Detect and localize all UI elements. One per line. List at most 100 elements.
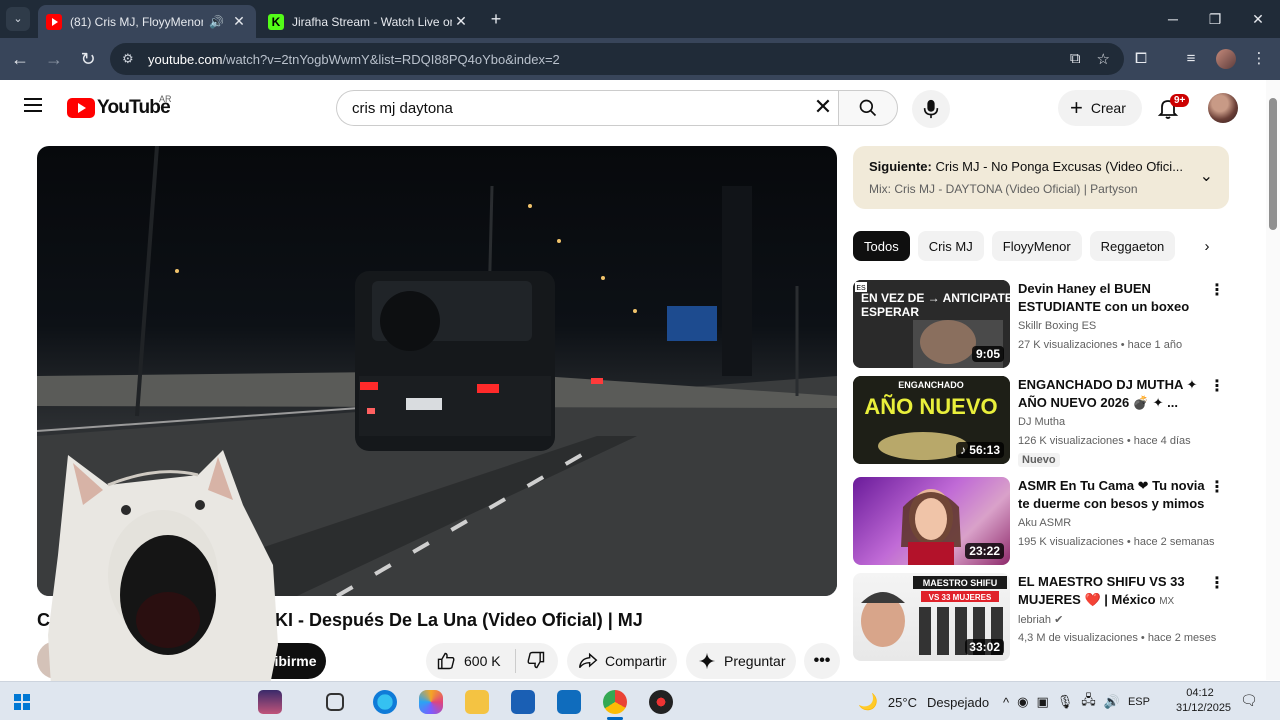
windows-start-icon[interactable] bbox=[14, 694, 30, 710]
tab-search-button[interactable]: ⌄ bbox=[6, 7, 30, 31]
video-title[interactable]: ENGANCHADO DJ MUTHA ✦ AÑO NUEVO 2026 💣 ✦… bbox=[1018, 376, 1208, 412]
youtube-logo[interactable]: YouTube bbox=[67, 97, 171, 119]
create-button[interactable]: + Crear bbox=[1058, 90, 1142, 126]
chrome-icon[interactable] bbox=[603, 690, 627, 714]
forward-button[interactable]: → bbox=[42, 47, 66, 71]
network-icon[interactable]: 🖧 bbox=[1081, 691, 1096, 713]
share-button[interactable]: Compartir bbox=[567, 643, 677, 679]
chip-todos[interactable]: Todos bbox=[853, 231, 910, 261]
tab-close-icon[interactable]: ✕ bbox=[230, 13, 248, 30]
tab-kick[interactable]: K Jirafha Stream - Watch Live on K ✕ bbox=[260, 5, 478, 38]
camera-icon[interactable]: ▣ bbox=[1036, 694, 1048, 710]
microphone-icon[interactable]: 🎙 bbox=[1057, 694, 1074, 710]
list-item[interactable]: ENGANCHADO AÑO NUEVO ♪ 56:13 ENGANCHADO … bbox=[853, 376, 1229, 467]
svg-text:AÑO NUEVO: AÑO NUEVO bbox=[864, 394, 997, 419]
clear-search-icon[interactable]: ✕ bbox=[811, 96, 835, 120]
channel-name[interactable]: lebriah ✔ bbox=[1018, 613, 1063, 626]
tab-youtube[interactable]: (81) Cris MJ, FloyyMenor, LC 🔊 ✕ bbox=[38, 5, 256, 38]
volume-icon[interactable]: 🔊 bbox=[1104, 694, 1120, 710]
taskbar-widget-icon[interactable] bbox=[258, 690, 282, 714]
video-duration: 33:02 bbox=[965, 639, 1004, 655]
address-bar[interactable]: ⚙ youtube.com/watch?v=2tnYogbWwmY&list=R… bbox=[110, 43, 1124, 75]
kick-favicon-icon: K bbox=[268, 13, 284, 30]
like-button[interactable]: 600 K bbox=[436, 651, 501, 671]
chevron-down-icon[interactable]: ⌄ bbox=[1200, 166, 1213, 186]
more-vertical-icon[interactable]: ⋮ bbox=[1209, 575, 1225, 593]
video-thumbnail[interactable]: ES EN VEZ DE → ANTICIPATE ESPERAR 9:05 bbox=[853, 280, 1010, 368]
search-input[interactable]: cris mj daytona bbox=[336, 90, 852, 126]
file-explorer-icon[interactable] bbox=[465, 690, 489, 714]
reload-button[interactable]: ↻ bbox=[76, 47, 100, 71]
next-video-line: Siguiente: Cris MJ - No Ponga Excusas (V… bbox=[869, 159, 1184, 174]
language-indicator[interactable]: ESP bbox=[1128, 696, 1150, 708]
obs-icon[interactable] bbox=[649, 690, 673, 714]
outlook-icon[interactable] bbox=[557, 690, 581, 714]
back-button[interactable]: ← bbox=[8, 47, 32, 71]
filter-chips: Todos Cris MJ FloyyMenor Reggaeton bbox=[853, 231, 1176, 263]
channel-name[interactable]: Aku ASMR bbox=[1018, 517, 1071, 529]
video-title[interactable]: Devin Haney el BUEN ESTUDIANTE con un bo… bbox=[1018, 280, 1208, 317]
chevron-right-icon[interactable]: › bbox=[1196, 236, 1218, 258]
weather-widget[interactable]: 🌙 25°C Despejado bbox=[858, 692, 989, 712]
video-thumbnail[interactable]: 23:22 bbox=[853, 477, 1010, 565]
account-avatar[interactable] bbox=[1208, 93, 1238, 123]
bookmark-star-icon[interactable]: ☆ bbox=[1097, 50, 1110, 68]
copilot-icon[interactable] bbox=[419, 690, 443, 714]
chip-reggaeton[interactable]: Reggaeton bbox=[1089, 231, 1176, 261]
channel-name[interactable]: DJ Mutha bbox=[1018, 416, 1065, 428]
video-meta: 195 K visualizaciones • hace 2 semanas bbox=[1018, 536, 1215, 548]
clock[interactable]: 04:12 31/12/2025 bbox=[1176, 686, 1232, 716]
system-tray: ^ ◉ ▣ 🎙 🖧 🔊 ESP bbox=[1003, 691, 1150, 713]
install-app-icon[interactable]: ⧉ bbox=[1070, 50, 1081, 68]
video-meta: 27 K visualizaciones • hace 1 año bbox=[1018, 339, 1183, 351]
more-vertical-icon[interactable]: ⋮ bbox=[1209, 378, 1225, 396]
chevron-up-icon[interactable]: ^ bbox=[1003, 695, 1009, 710]
video-duration: 9:05 bbox=[971, 346, 1004, 362]
tab-close-icon[interactable]: ✕ bbox=[452, 13, 470, 30]
speaker-icon[interactable]: 🔊 bbox=[209, 15, 224, 29]
search-button[interactable] bbox=[838, 90, 898, 126]
task-view-icon[interactable] bbox=[326, 693, 344, 711]
channel-name[interactable]: Skillr Boxing ES bbox=[1018, 320, 1096, 332]
video-title[interactable]: EL MAESTRO SHIFU VS 33 MUJERES ❤️ | Méxi… bbox=[1018, 573, 1208, 610]
more-vertical-icon[interactable]: ⋮ bbox=[1209, 479, 1225, 497]
video-thumbnail[interactable]: MAESTRO SHIFU VS 33 MUJERES 33:02 bbox=[853, 573, 1010, 661]
close-window-button[interactable]: ✕ bbox=[1235, 0, 1280, 38]
edge-browser-icon[interactable] bbox=[373, 690, 397, 714]
video-thumbnail[interactable]: ENGANCHADO AÑO NUEVO ♪ 56:13 bbox=[853, 376, 1010, 464]
dislike-button[interactable] bbox=[526, 650, 546, 673]
chip-cris-mj[interactable]: Cris MJ bbox=[917, 231, 984, 261]
chip-floyymenor[interactable]: FloyyMenor bbox=[991, 231, 1082, 261]
clock-date: 31/12/2025 bbox=[1176, 702, 1232, 714]
extensions-icon[interactable]: ⧠ bbox=[1130, 48, 1152, 70]
video-title[interactable]: ASMR En Tu Cama ❤ Tu novia te duerme con… bbox=[1018, 477, 1208, 513]
more-vertical-icon[interactable]: ⋮ bbox=[1209, 282, 1225, 300]
ask-button[interactable]: Preguntar bbox=[686, 643, 796, 679]
plus-icon: + bbox=[1070, 95, 1083, 120]
svg-text:MAESTRO SHIFU: MAESTRO SHIFU bbox=[923, 578, 998, 588]
weather-desc: Despejado bbox=[926, 694, 990, 710]
list-item[interactable]: 23:22 ASMR En Tu Cama ❤ Tu novia te duer… bbox=[853, 477, 1229, 565]
media-controls-icon[interactable]: ≡ bbox=[1180, 48, 1202, 70]
weather-temp: 25°C bbox=[887, 694, 917, 710]
new-tab-button[interactable]: + bbox=[486, 9, 506, 29]
maximize-button[interactable]: ❐ bbox=[1192, 0, 1238, 38]
scrollbar-thumb[interactable] bbox=[1269, 98, 1277, 230]
list-item[interactable]: MAESTRO SHIFU VS 33 MUJERES 33:02 EL MAE… bbox=[853, 573, 1229, 661]
voice-search-button[interactable] bbox=[912, 90, 950, 128]
site-info-icon[interactable]: ⚙ bbox=[122, 51, 146, 67]
microsoft-store-icon[interactable] bbox=[511, 690, 535, 714]
record-icon[interactable]: ◉ bbox=[1017, 694, 1028, 710]
browser-profile-avatar[interactable] bbox=[1216, 49, 1236, 69]
address-url[interactable]: youtube.com/watch?v=2tnYogbWwmY&list=RDQ… bbox=[148, 52, 560, 67]
moon-icon: 🌙 bbox=[858, 694, 878, 711]
youtube-favicon-icon bbox=[46, 13, 62, 30]
video-meta: 4,3 M de visualizaciones • hace 2 meses bbox=[1018, 632, 1217, 644]
notification-center-icon[interactable]: 🗨 bbox=[1240, 692, 1258, 710]
more-actions-button[interactable]: ••• bbox=[804, 643, 840, 679]
playlist-next-card[interactable]: Siguiente: Cris MJ - No Ponga Excusas (V… bbox=[853, 146, 1229, 209]
browser-menu-icon[interactable]: ⋮ bbox=[1248, 48, 1270, 70]
minimize-button[interactable]: ─ bbox=[1150, 0, 1196, 38]
hamburger-menu-icon[interactable] bbox=[24, 98, 42, 112]
list-item[interactable]: ES EN VEZ DE → ANTICIPATE ESPERAR 9:05 D… bbox=[853, 280, 1229, 368]
